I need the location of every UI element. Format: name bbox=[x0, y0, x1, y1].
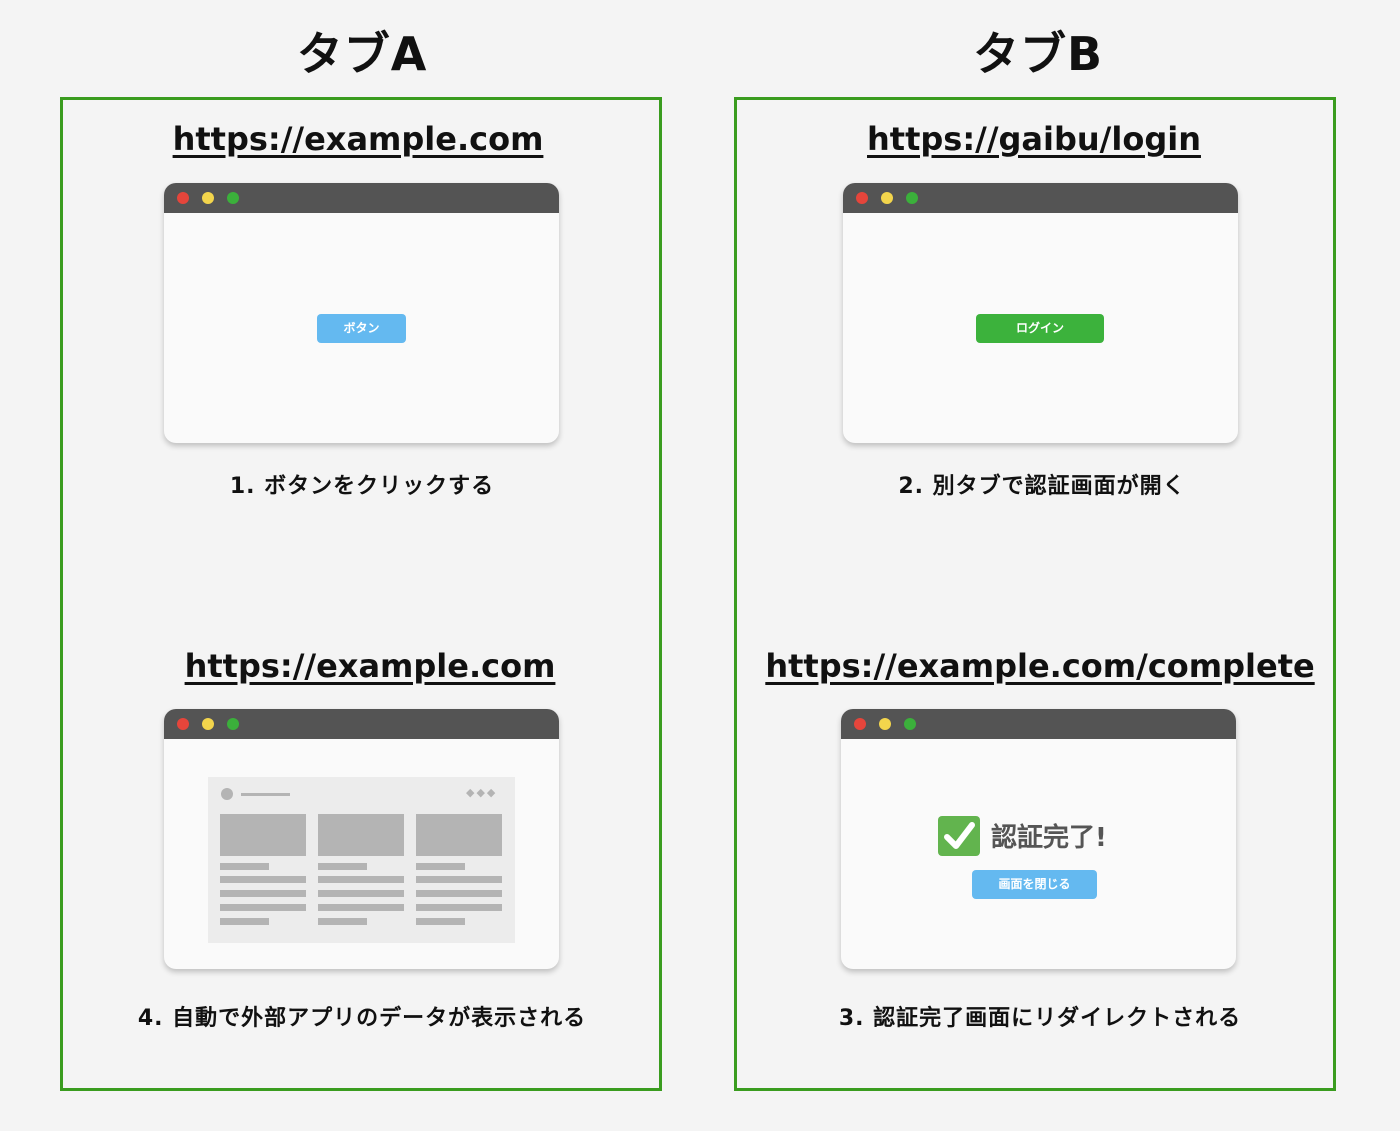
maximize-dot-icon bbox=[227, 718, 239, 730]
close-dot-icon bbox=[856, 192, 868, 204]
minimize-dot-icon bbox=[881, 192, 893, 204]
step2-url: https://gaibu/login bbox=[867, 120, 1201, 158]
text-line-placeholder bbox=[318, 890, 404, 897]
step3-url: https://example.com/complete bbox=[765, 647, 1315, 685]
text-line-placeholder bbox=[318, 876, 404, 883]
close-screen-button[interactable]: 画面を閉じる bbox=[972, 870, 1097, 899]
minimize-dot-icon bbox=[202, 718, 214, 730]
dots-menu-icon: ◆◆◆ bbox=[466, 786, 498, 799]
step4-browser-window: ◆◆◆ bbox=[164, 709, 559, 969]
text-line-placeholder bbox=[318, 863, 367, 870]
check-mark-icon bbox=[938, 816, 980, 856]
step2-caption: 2. 別タブで認証画面が開く bbox=[898, 474, 1186, 499]
maximize-dot-icon bbox=[227, 192, 239, 204]
browser-titlebar bbox=[843, 183, 1238, 213]
close-dot-icon bbox=[177, 192, 189, 204]
browser-titlebar bbox=[164, 709, 559, 739]
text-line-placeholder bbox=[416, 876, 502, 883]
text-line-placeholder bbox=[220, 863, 269, 870]
step1-url: https://example.com bbox=[172, 120, 544, 158]
browser-titlebar bbox=[164, 183, 559, 213]
step4-url: https://example.com bbox=[184, 647, 556, 685]
text-line-placeholder bbox=[416, 904, 502, 911]
text-line-placeholder bbox=[220, 890, 306, 897]
text-line-placeholder bbox=[416, 918, 465, 925]
text-line-placeholder bbox=[416, 890, 502, 897]
close-dot-icon bbox=[177, 718, 189, 730]
maximize-dot-icon bbox=[904, 718, 916, 730]
card-image-placeholder bbox=[416, 814, 502, 856]
step3-browser-window: 認証完了! 画面を閉じる bbox=[841, 709, 1236, 969]
tab-b-title: タブB bbox=[972, 27, 1104, 81]
step1-caption: 1. ボタンをクリックする bbox=[229, 474, 495, 499]
login-button[interactable]: ログイン bbox=[976, 314, 1104, 343]
text-line-placeholder bbox=[220, 918, 269, 925]
text-line-placeholder bbox=[416, 863, 465, 870]
text-line-placeholder bbox=[318, 904, 404, 911]
avatar-placeholder bbox=[221, 788, 233, 800]
minimize-dot-icon bbox=[879, 718, 891, 730]
card-image-placeholder bbox=[318, 814, 404, 856]
minimize-dot-icon bbox=[202, 192, 214, 204]
tab-a-title: タブA bbox=[296, 27, 428, 81]
app-data-mockup: ◆◆◆ bbox=[208, 777, 515, 943]
step1-button[interactable]: ボタン bbox=[317, 314, 406, 343]
browser-titlebar bbox=[841, 709, 1236, 739]
step1-browser-window: ボタン bbox=[164, 183, 559, 443]
step2-browser-window: ログイン bbox=[843, 183, 1238, 443]
auth-complete-message: 認証完了! bbox=[991, 823, 1107, 853]
step3-caption: 3. 認証完了画面にリダイレクトされる bbox=[838, 1006, 1242, 1031]
text-line-placeholder bbox=[220, 904, 306, 911]
text-line-placeholder bbox=[220, 876, 306, 883]
card-image-placeholder bbox=[220, 814, 306, 856]
close-dot-icon bbox=[854, 718, 866, 730]
text-line-placeholder bbox=[318, 918, 367, 925]
maximize-dot-icon bbox=[906, 192, 918, 204]
header-line-placeholder bbox=[241, 793, 290, 796]
step4-caption: 4. 自動で外部アプリのデータが表示される bbox=[137, 1006, 587, 1031]
